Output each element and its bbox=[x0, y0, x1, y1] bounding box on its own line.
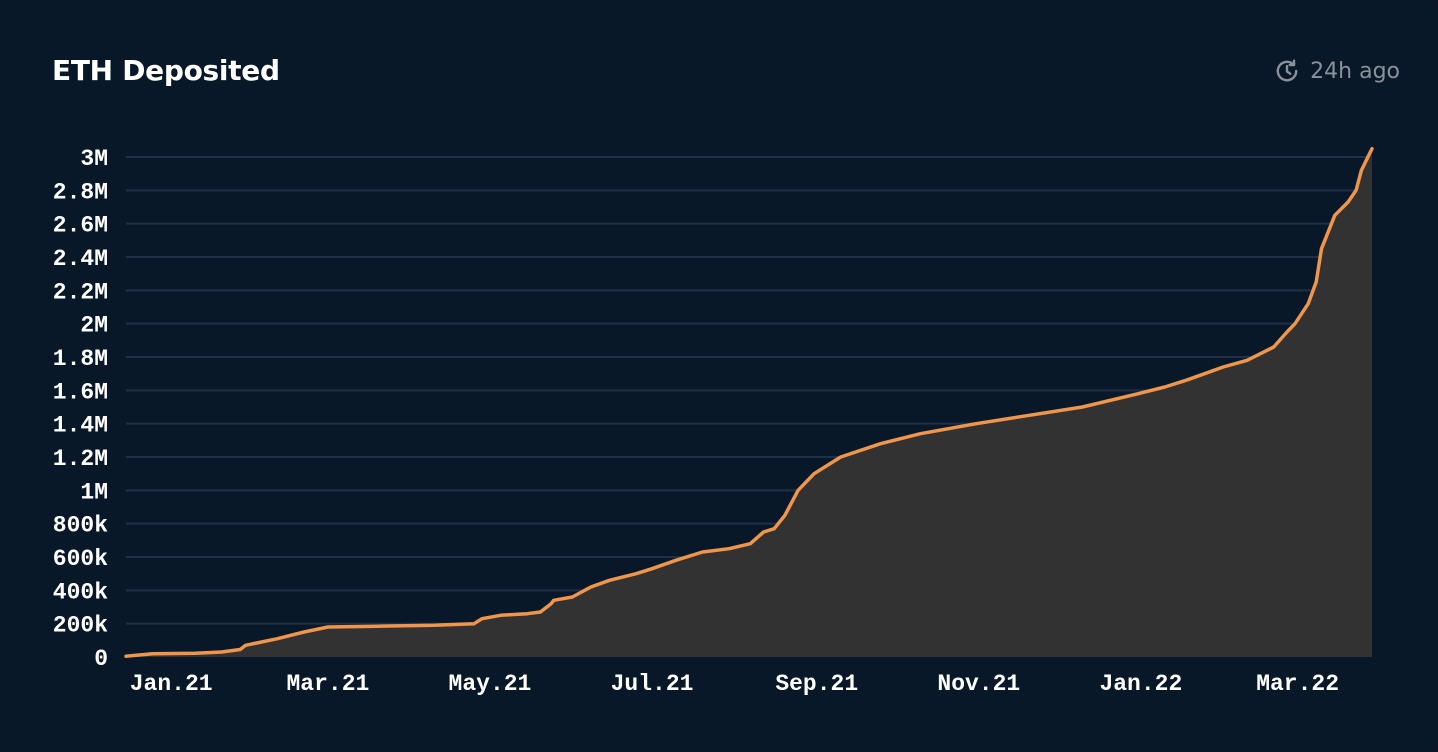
y-tick-label: 1M bbox=[80, 479, 108, 505]
x-tick-label: Sep.21 bbox=[775, 671, 858, 697]
area-layer bbox=[126, 149, 1372, 657]
x-tick-label: Jan.22 bbox=[1099, 671, 1182, 697]
y-tick-label: 800k bbox=[53, 513, 108, 539]
y-tick-label: 2.6M bbox=[53, 213, 108, 239]
x-tick-label: Jul.21 bbox=[611, 671, 694, 697]
y-tick-label: 1.4M bbox=[53, 413, 108, 439]
chart-plot: 0 200k 400k 600k 800k 1M 1.2M 1.4M 1.6M 1.8M 2M 2.2… bbox=[0, 0, 1438, 752]
y-tick-label: 3M bbox=[80, 146, 108, 172]
x-axis: Jan.21 Mar.21 May.21 Jul.21 Sep.21 Nov.21 Jan.… bbox=[130, 671, 1339, 697]
chart-card: ETH Deposited 24h ago 0200k400k600k800k1… bbox=[0, 0, 1438, 752]
x-tick-label: May.21 bbox=[449, 671, 532, 697]
y-tick-label: 1.8M bbox=[53, 346, 108, 372]
y-tick-label: 2.2M bbox=[53, 279, 108, 305]
y-tick-label: 1.2M bbox=[53, 446, 108, 472]
y-tick-label: 0 bbox=[94, 646, 108, 672]
y-axis: 0 200k 400k 600k 800k 1M 1.2M 1.4M 1.6M 1.8M 2M 2.2… bbox=[53, 146, 108, 672]
y-tick-label: 600k bbox=[53, 546, 108, 572]
series-area bbox=[126, 149, 1372, 657]
y-tick-label: 1.6M bbox=[53, 379, 108, 405]
x-tick-label: Nov.21 bbox=[937, 671, 1020, 697]
y-tick-label: 400k bbox=[53, 579, 108, 605]
x-tick-label: Mar.21 bbox=[286, 671, 369, 697]
y-tick-label: 2M bbox=[80, 313, 108, 339]
y-tick-label: 2.4M bbox=[53, 246, 108, 272]
y-tick-label: 2.8M bbox=[53, 179, 108, 205]
y-tick-label: 200k bbox=[53, 613, 108, 639]
x-tick-label: Jan.21 bbox=[130, 671, 213, 697]
x-tick-label: Mar.22 bbox=[1256, 671, 1339, 697]
